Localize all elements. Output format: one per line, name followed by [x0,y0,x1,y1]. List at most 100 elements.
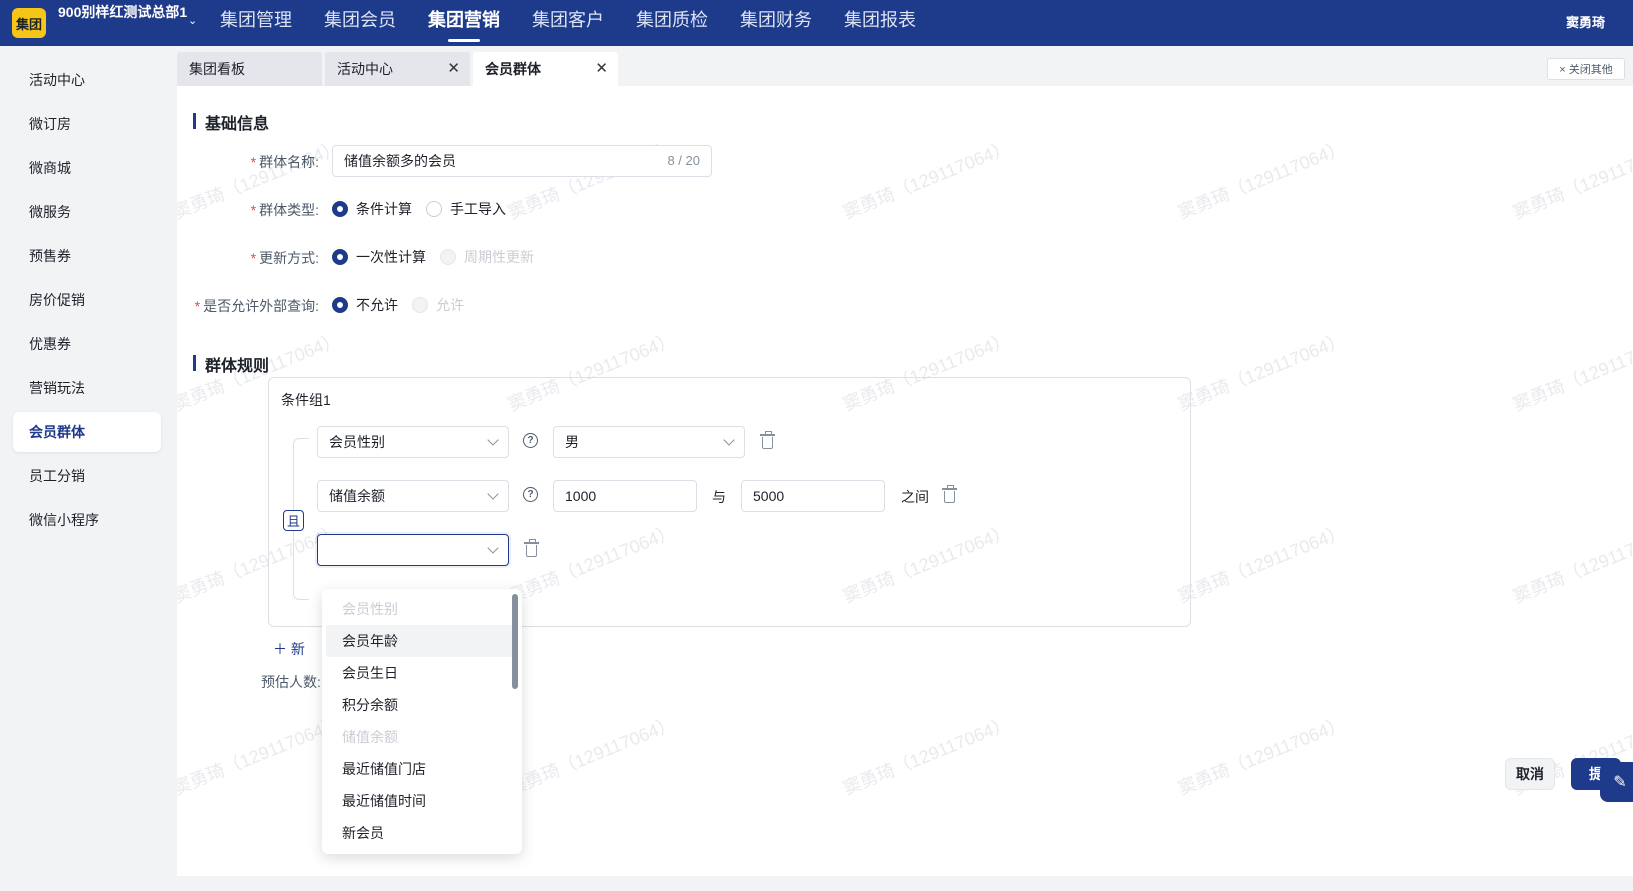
tab-label: 活动中心 [337,61,393,77]
sidebar-item-activity-center[interactable]: 活动中心 [13,60,161,100]
cancel-button[interactable]: 取消 [1505,758,1555,790]
watermark: 窦勇琦（12911706​4） [1175,137,1349,223]
radio-label: 一次性计算 [356,249,426,265]
radio-label: 不允许 [356,297,398,313]
sidebar-item-member-groups[interactable]: 会员群体 [13,412,161,452]
field-select-row1[interactable]: 会员性别 [317,426,509,458]
watermark: 窦勇琦（12911706​4） [177,713,344,799]
radio-dot [440,249,456,265]
nav-group-management[interactable]: 集团管理 [204,0,308,46]
chevron-down-icon [723,434,735,446]
min-value: 1000 [565,488,597,504]
char-counter: 8 / 20 [667,153,700,168]
radio-allow: 允许 [412,295,464,315]
chevron-down-icon[interactable]: ⌄ [188,14,197,27]
and-text: 与 [712,489,726,505]
condition-group-title: 条件组1 [281,392,331,408]
option-stored-balance: 储值余额 [342,729,398,745]
user-menu[interactable]: 窦勇琦 [1566,12,1605,31]
tab-label: 会员群体 [485,61,541,77]
main-nav: 集团管理 集团会员 集团营销 集团客户 集团质检 集团财务 集团报表 [204,0,932,46]
radio-one-time-calc[interactable]: 一次性计算 [332,247,426,267]
delete-icon[interactable] [760,431,775,449]
radio-dot [332,297,348,313]
tab-member-groups[interactable]: 会员群体 ✕ [473,52,618,86]
external-query-label: * 是否允许外部查询: [194,298,319,314]
sidebar-item-micro-service[interactable]: 微服务 [13,192,161,232]
tab-activity-center[interactable]: 活动中心 ✕ [325,52,470,86]
update-mode-label: * 更新方式: [250,250,319,266]
field-options-dropdown: 会员性别 会员年龄 会员生日 积分余额 储值余额 最近储值门店 最近储值时间 新… [322,589,522,854]
radio-dot [412,297,428,313]
add-condition-group-button[interactable]: ＋ 新 [273,639,305,659]
watermark: 窦勇琦（12911706​4） [1175,521,1349,607]
field-select-value: 会员性别 [329,434,385,450]
group-name-label: * 群体名称: [250,154,319,170]
close-icon[interactable]: ✕ [595,59,608,77]
feedback-icon[interactable]: ✎ [1600,762,1633,802]
sidebar-item-coupons[interactable]: 优惠券 [13,324,161,364]
section-title-rules: 群体规则 [193,352,269,376]
sidebar: 活动中心 微订房 微商城 微服务 预售券 房价促销 优惠券 营销玩法 会员群体 … [0,46,170,891]
max-value-input[interactable]: 5000 [741,480,885,512]
watermark: 窦勇琦（12911706​4） [1175,713,1349,799]
radio-manual-import[interactable]: 手工导入 [426,199,506,219]
watermark: 窦勇琦（12911706​4） [1510,329,1633,415]
sidebar-item-presale-coupon[interactable]: 预售券 [13,236,161,276]
watermark: 窦勇琦（12911706​4） [840,137,1014,223]
radio-periodic-update: 周期性更新 [440,247,534,267]
watermark: 窦勇琦（12911706​4） [505,713,679,799]
delete-icon[interactable] [942,485,957,503]
option-member-age[interactable]: 会员年龄 [326,625,518,657]
radio-label: 周期性更新 [464,249,534,265]
option-recent-store[interactable]: 最近储值门店 [326,753,518,785]
radio-dot [332,201,348,217]
delete-icon[interactable] [524,539,539,557]
close-icon[interactable]: ✕ [447,59,460,77]
sidebar-item-micro-mall[interactable]: 微商城 [13,148,161,188]
top-nav-bar: 集团 900别样红测试总部1 ⌄ 集团管理 集团会员 集团营销 集团客户 集团质… [0,0,1633,46]
chevron-down-icon [487,434,499,446]
field-select-row2[interactable]: 储值余额 [317,480,509,512]
brand-logo: 集团 [12,8,46,38]
sidebar-item-micro-booking[interactable]: 微订房 [13,104,161,144]
sidebar-item-staff-distribution[interactable]: 员工分销 [13,456,161,496]
tab-group-dashboard[interactable]: 集团看板 [177,52,322,86]
option-member-birthday[interactable]: 会员生日 [326,657,518,689]
and-operator-toggle[interactable]: 且 [283,510,304,531]
close-others-button[interactable]: × 关闭其他 [1547,58,1625,80]
between-text: 之间 [901,489,929,505]
nav-group-finance[interactable]: 集团财务 [724,0,828,46]
sidebar-item-room-promo[interactable]: 房价促销 [13,280,161,320]
nav-group-quality[interactable]: 集团质检 [620,0,724,46]
group-name-input[interactable]: 储值余额多的会员 8 / 20 [332,145,712,177]
radio-label: 条件计算 [356,201,412,217]
option-points-balance[interactable]: 积分余额 [326,689,518,721]
radio-disallow[interactable]: 不允许 [332,295,398,315]
option-new-member[interactable]: 新会员 [326,817,518,849]
group-type-label: * 群体类型: [250,202,319,218]
radio-label: 手工导入 [450,201,506,217]
value-select-row1[interactable]: 男 [553,426,745,458]
tab-bar: 集团看板 活动中心 ✕ 会员群体 ✕ [177,52,621,86]
watermark: 窦勇琦（12911706​4） [1510,521,1633,607]
field-select-value: 储值余额 [329,488,385,504]
radio-dot [332,249,348,265]
org-switcher[interactable]: 900别样红测试总部1 [58,4,198,21]
min-value-input[interactable]: 1000 [553,480,697,512]
radio-label: 允许 [436,297,464,313]
radio-dot [426,201,442,217]
sidebar-item-wechat-miniprogram[interactable]: 微信小程序 [13,500,161,540]
option-recent-time[interactable]: 最近储值时间 [326,785,518,817]
sidebar-item-marketing-play[interactable]: 营销玩法 [13,368,161,408]
nav-group-customers[interactable]: 集团客户 [516,0,620,46]
help-icon[interactable]: ? [523,433,538,448]
nav-group-members[interactable]: 集团会员 [308,0,412,46]
radio-condition-calc[interactable]: 条件计算 [332,199,412,219]
watermark: 窦勇琦（12911706​4） [1175,329,1349,415]
nav-group-marketing[interactable]: 集团营销 [412,0,516,46]
dropdown-scrollbar[interactable] [512,594,518,689]
help-icon[interactable]: ? [523,487,538,502]
field-select-row3[interactable] [317,534,509,566]
nav-group-reports[interactable]: 集团报表 [828,0,932,46]
